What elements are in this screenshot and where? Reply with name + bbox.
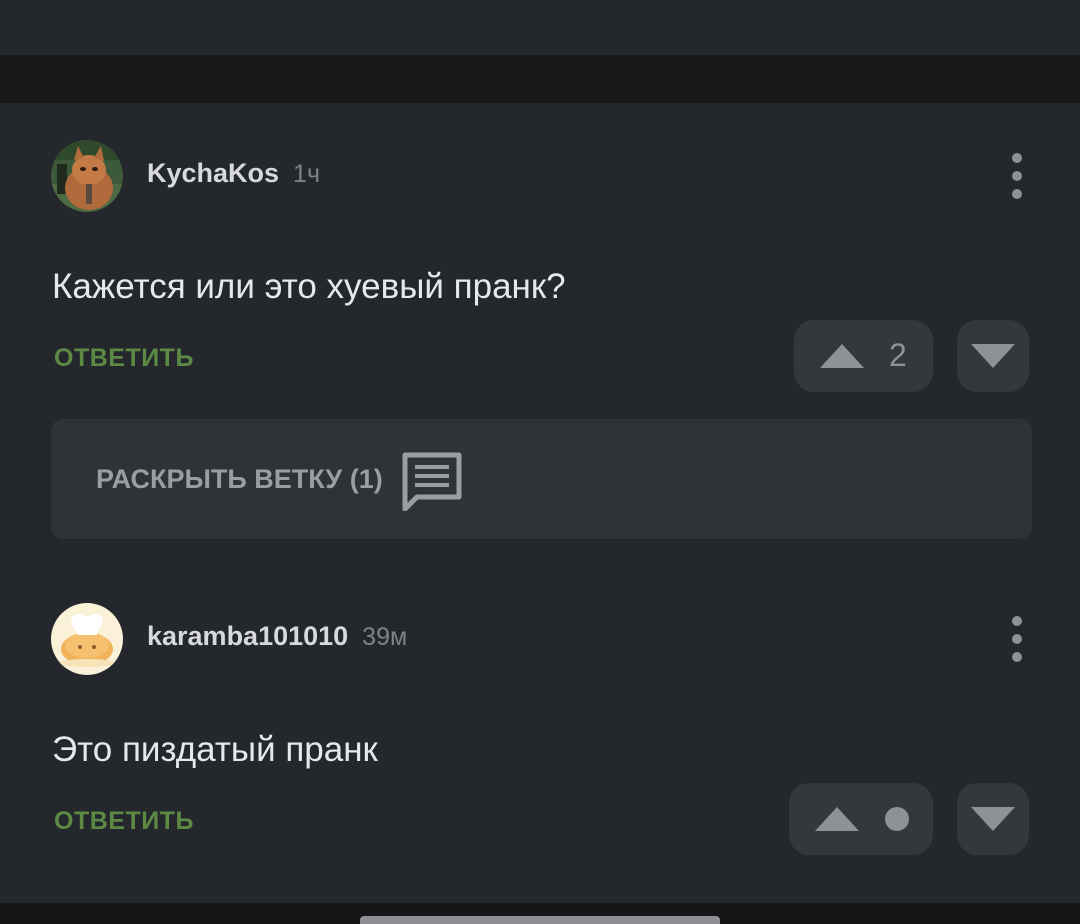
home-indicator[interactable] (360, 916, 720, 924)
vote-count: 2 (889, 337, 907, 373)
downvote-button[interactable] (957, 320, 1029, 392)
comments-list: KychaKos 1ч Кажется или это хуевый пранк?… (0, 103, 1080, 903)
more-options-icon[interactable] (1000, 151, 1034, 201)
more-options-icon[interactable] (1000, 614, 1034, 664)
expand-thread-label: РАСКРЫТЬ ВЕТКУ (1) (96, 464, 383, 494)
comment-text: Кажется или это хуевый пранк? (52, 267, 566, 306)
section-separator (0, 55, 1080, 103)
bread-chef-avatar-icon[interactable] (51, 603, 123, 675)
comment-username[interactable]: KychaKos 1ч (147, 158, 320, 189)
downvote-button[interactable] (957, 783, 1029, 855)
comment-time: 1ч (293, 160, 320, 188)
arrow-up-icon (815, 807, 859, 831)
vote-pending-dot (885, 807, 909, 831)
comment-time: 39м (362, 623, 408, 651)
reply-button[interactable]: ОТВЕТИТЬ (54, 807, 194, 836)
cat-avatar-icon[interactable] (51, 140, 123, 212)
username-text[interactable]: karamba101010 (147, 621, 348, 651)
reply-button[interactable]: ОТВЕТИТЬ (54, 344, 194, 373)
upvote-button[interactable]: 2 (794, 320, 933, 392)
username-text[interactable]: KychaKos (147, 158, 279, 188)
arrow-up-icon (820, 344, 864, 368)
comments-icon (402, 452, 462, 511)
arrow-down-icon (971, 344, 1015, 368)
arrow-down-icon (971, 807, 1015, 831)
comment-text: Это пиздатый пранк (52, 730, 378, 769)
upvote-button[interactable] (789, 783, 933, 855)
expand-thread-button[interactable]: РАСКРЫТЬ ВЕТКУ (1) (51, 419, 1032, 539)
comment-username[interactable]: karamba101010 39м (147, 621, 407, 652)
top-strip (0, 0, 1080, 55)
